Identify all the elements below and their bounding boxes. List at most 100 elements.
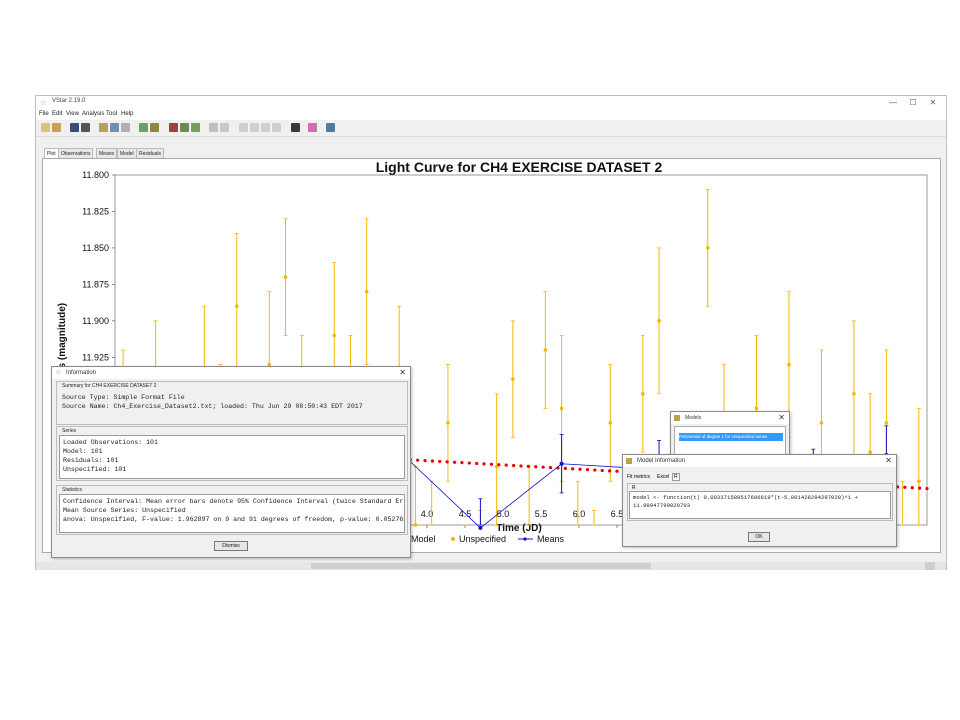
zoom-out-icon[interactable] xyxy=(220,123,229,132)
x-axis-label: Time (JD) xyxy=(496,523,541,534)
help-icon[interactable] xyxy=(326,123,335,132)
model-point xyxy=(430,459,435,463)
close-icon[interactable]: ✕ xyxy=(385,367,406,379)
information-dialog-titlebar: ☆ Information ✕ xyxy=(52,367,410,379)
unspecified-point xyxy=(819,421,824,425)
model-point xyxy=(571,467,575,471)
unspecified-point xyxy=(283,275,288,279)
means-point xyxy=(478,525,483,530)
unspecified-point xyxy=(235,304,239,309)
unspecified-point xyxy=(543,348,548,352)
raw-data-icon[interactable] xyxy=(139,123,148,132)
model-point xyxy=(438,459,442,464)
zoom-icon[interactable] xyxy=(110,123,119,132)
menu-help[interactable]: Help xyxy=(121,111,133,117)
plugin-icon[interactable] xyxy=(308,123,317,132)
r-code-text[interactable]: model <- function(t) 0.00337158951760661… xyxy=(629,491,891,519)
unspecified-point xyxy=(511,377,515,381)
models-dialog-titlebar: Models ✕ xyxy=(671,412,789,424)
model-point xyxy=(452,460,457,464)
model-information-titlebar: Model Information ✕ xyxy=(623,455,896,467)
unspecified-point xyxy=(413,523,418,527)
series-text[interactable]: Loaded Observations: 101 Model: 101 Resi… xyxy=(59,435,405,479)
y-tick-label: 11.875 xyxy=(82,279,109,289)
model-point xyxy=(467,461,471,465)
unspecified-point xyxy=(364,289,369,294)
save-icon[interactable] xyxy=(70,123,79,132)
polynomial-fit-icon[interactable] xyxy=(191,123,200,132)
models-list[interactable]: Polynomial of degree 1 for Unspecified s… xyxy=(674,426,786,456)
y-tick-label: 11.900 xyxy=(82,316,109,326)
model-point xyxy=(903,485,907,489)
menu-analysis[interactable]: Analysis xyxy=(82,111,104,117)
x-tick-label: 5.5 xyxy=(535,509,548,519)
model-point xyxy=(482,462,486,466)
tab-model[interactable]: Model xyxy=(117,148,137,158)
x-tick-label: 6.0 xyxy=(573,509,586,519)
model-point xyxy=(578,467,582,471)
close-icon[interactable]: ✕ xyxy=(871,455,892,467)
tab-means[interactable]: Means xyxy=(96,148,118,158)
window-title: VStar 2.19.0 xyxy=(52,98,86,104)
tab-excel[interactable]: Excel xyxy=(657,474,669,480)
phase-plot-icon[interactable] xyxy=(150,123,159,132)
dialog-star-icon: ☆ xyxy=(55,369,62,376)
scrollbar-thumb[interactable] xyxy=(311,563,651,569)
menu-view[interactable]: View xyxy=(66,111,79,117)
pan-right-icon[interactable] xyxy=(250,123,259,132)
dcdft-icon[interactable] xyxy=(169,123,178,132)
unspecified-point xyxy=(884,421,889,425)
pan-down-icon[interactable] xyxy=(272,123,281,132)
tab-observations[interactable]: Observations xyxy=(58,148,94,158)
statistics-text[interactable]: Confidence Interval: Mean error bars den… xyxy=(59,494,405,533)
statistics-label: Statistics xyxy=(62,487,83,493)
legend-means-label: Means xyxy=(537,534,565,544)
model-point xyxy=(615,469,619,473)
app-star-icon: ☆ xyxy=(40,100,47,107)
print-icon[interactable] xyxy=(81,123,90,132)
dismiss-button[interactable]: Dismiss xyxy=(214,541,248,551)
horizontal-scrollbar[interactable] xyxy=(36,562,946,570)
statistics-group: Statistics Confidence Interval: Mean err… xyxy=(56,485,408,535)
maximize-button[interactable]: ☐ xyxy=(904,96,922,110)
resize-grip[interactable] xyxy=(925,562,935,570)
model-point xyxy=(526,464,530,468)
model-point xyxy=(918,486,922,490)
close-icon[interactable]: ✕ xyxy=(764,412,785,424)
model-point xyxy=(475,461,479,466)
wwz-icon[interactable] xyxy=(180,123,189,132)
pan-up-icon[interactable] xyxy=(261,123,270,132)
model-point xyxy=(504,463,508,467)
menu-tool[interactable]: Tool xyxy=(106,111,117,117)
series-group: Series Loaded Observations: 101 Model: 1… xyxy=(56,426,408,481)
filter-icon[interactable] xyxy=(291,123,300,132)
menu-file[interactable]: File xyxy=(39,111,49,117)
tab-plot[interactable]: Plot xyxy=(44,148,59,158)
info-icon[interactable] xyxy=(99,123,108,132)
tab-fit-metrics[interactable]: Fit metrics xyxy=(627,474,650,480)
unspecified-point xyxy=(657,319,661,323)
model-point xyxy=(910,486,914,490)
model-point xyxy=(416,458,420,462)
minimize-button[interactable]: — xyxy=(884,96,902,110)
models-list-item[interactable]: Polynomial of degree 1 for Unspecified s… xyxy=(679,433,783,441)
summary-label: Summary for CH4 EXERCISE DATASET 2 xyxy=(62,383,157,389)
y-tick-label: 11.925 xyxy=(82,352,109,362)
summary-text: Source Type: Simple Format File Source N… xyxy=(59,391,405,423)
toolbar xyxy=(36,120,946,137)
close-button[interactable]: ✕ xyxy=(924,96,942,110)
summary-group: Summary for CH4 EXERCISE DATASET 2 Sourc… xyxy=(56,381,408,425)
menu-edit[interactable]: Edit xyxy=(52,111,62,117)
tab-r[interactable]: R xyxy=(672,473,680,481)
open-file-icon[interactable] xyxy=(52,123,61,132)
new-star-icon[interactable] xyxy=(41,123,50,132)
tab-residuals[interactable]: Residuals xyxy=(136,148,164,158)
y-tick-label: 11.800 xyxy=(82,170,109,180)
settings-icon[interactable] xyxy=(121,123,130,132)
unspecified-point xyxy=(787,362,791,367)
series-label: Series xyxy=(62,428,77,434)
zoom-in-icon[interactable] xyxy=(209,123,218,132)
pan-left-icon[interactable] xyxy=(239,123,248,132)
ok-button[interactable]: OK xyxy=(748,532,770,542)
chart-legend: Model Unspecified Means xyxy=(393,534,565,544)
